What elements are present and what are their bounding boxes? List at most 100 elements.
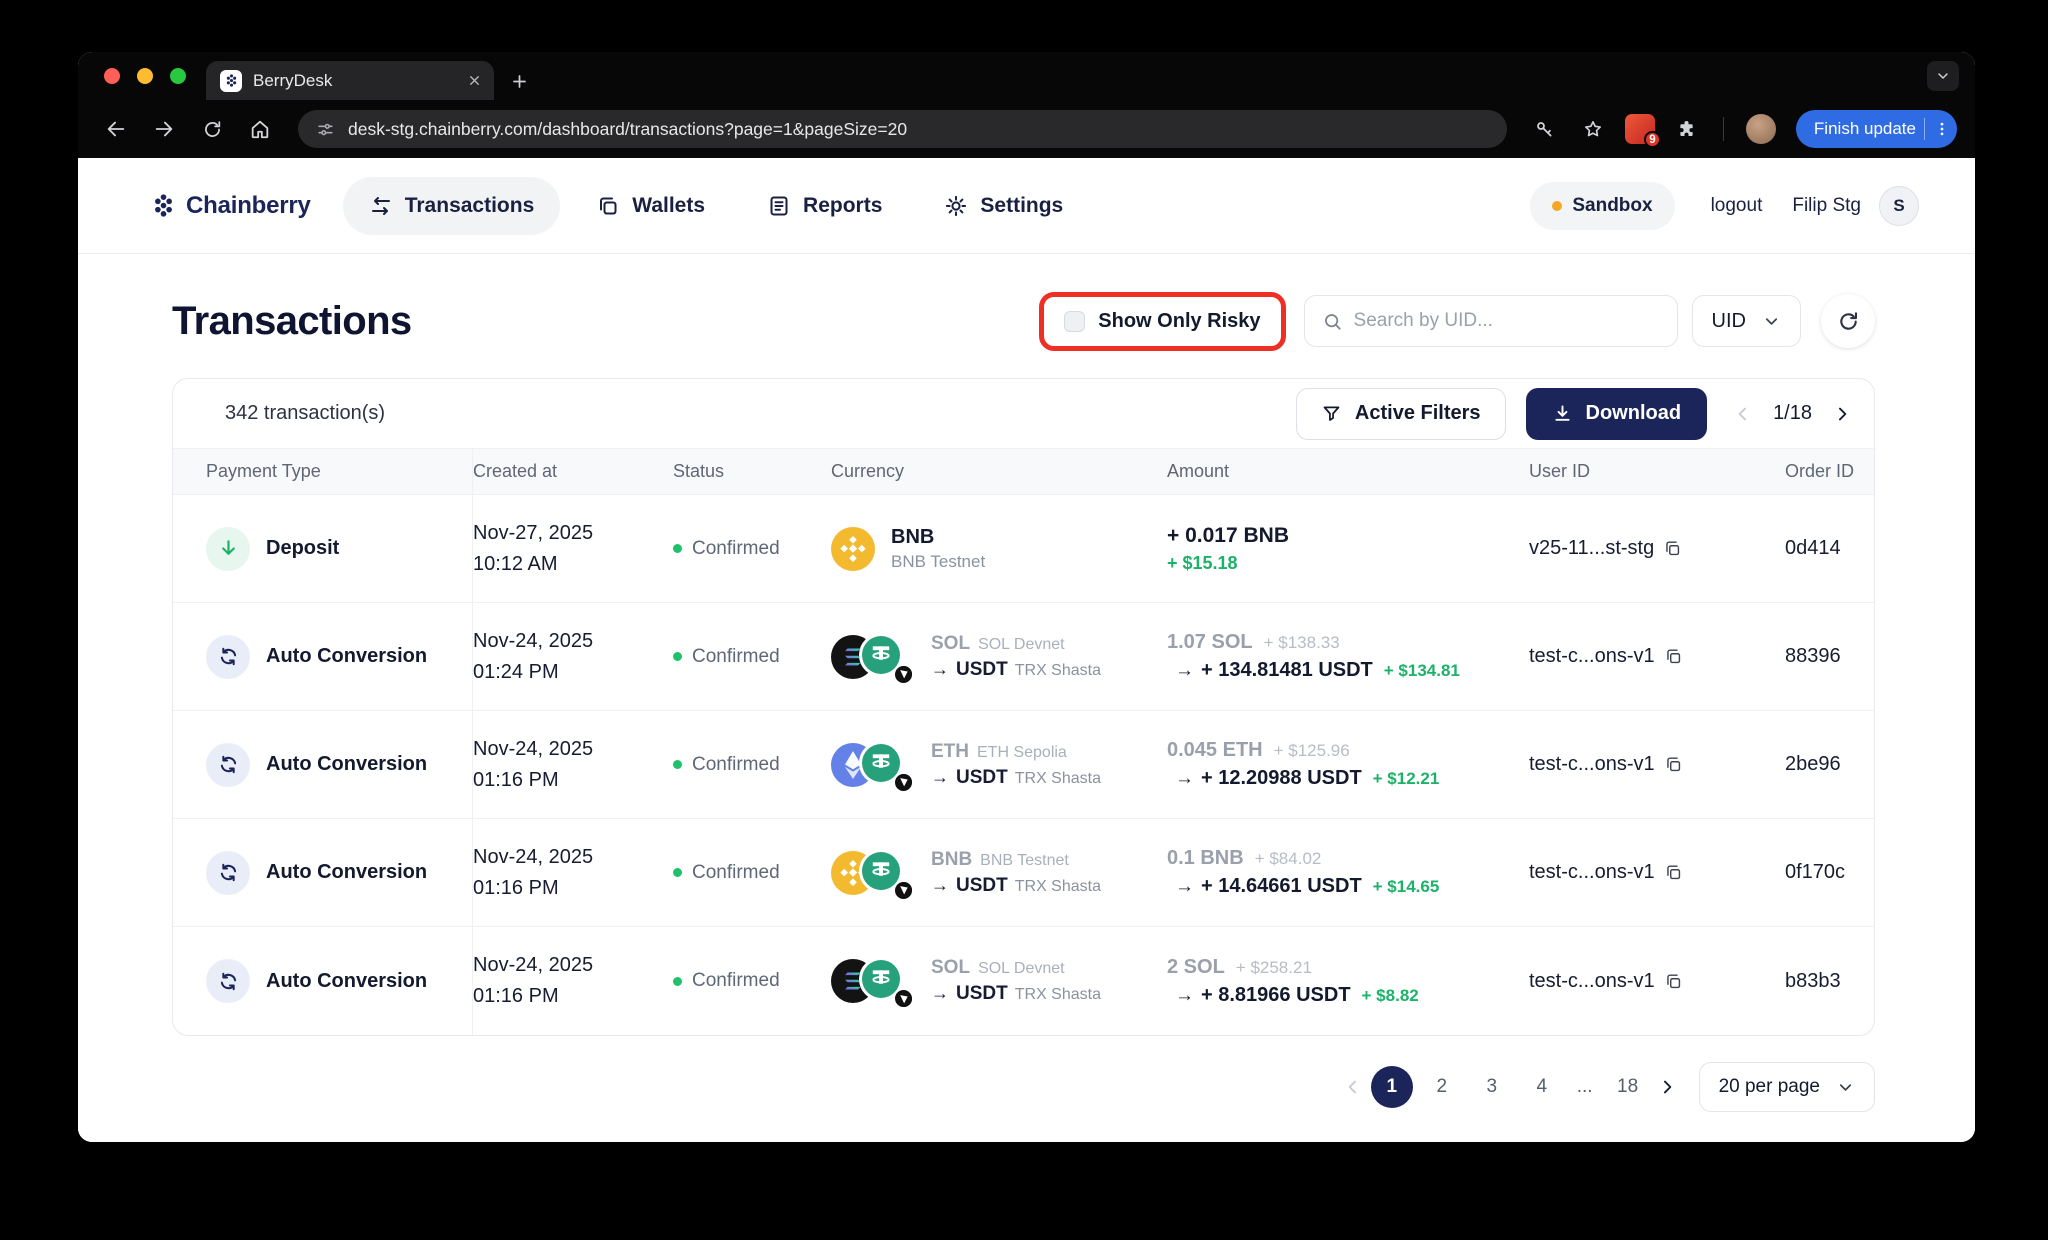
browser-toolbar: desk-stg.chainberry.com/dashboard/transa… xyxy=(78,100,1975,158)
amount: + 0.017 BNB + $15.18 xyxy=(1167,524,1529,574)
user-id: test-c...ons-v1 xyxy=(1529,753,1785,776)
coin-pair xyxy=(831,632,915,682)
site-settings-icon[interactable] xyxy=(316,120,335,139)
finish-update-label: Finish update xyxy=(1814,119,1916,139)
page-button-1[interactable]: 1 xyxy=(1371,1066,1413,1108)
user-id: v25-11...st-stg xyxy=(1529,537,1785,560)
conversion-arrow: → xyxy=(931,767,949,788)
finish-update-button[interactable]: Finish update xyxy=(1796,110,1957,148)
copy-icon[interactable] xyxy=(1664,972,1683,991)
new-tab-button[interactable] xyxy=(510,72,529,91)
status: Confirmed xyxy=(673,754,831,776)
page-button-3[interactable]: 3 xyxy=(1471,1066,1513,1108)
page-button-18[interactable]: 18 xyxy=(1607,1066,1649,1108)
nav-wallets[interactable]: Wallets xyxy=(570,177,731,235)
pagination-ellipsis: ... xyxy=(1571,1076,1599,1098)
download-button[interactable]: Download xyxy=(1526,388,1708,440)
url-text[interactable]: desk-stg.chainberry.com/dashboard/transa… xyxy=(348,119,907,140)
main-navigation: Transactions Wallets Reports Settings xyxy=(343,177,1090,235)
active-filters-button[interactable]: Active Filters xyxy=(1296,388,1506,440)
col-amount: Amount xyxy=(1167,461,1529,482)
deposit-arrow-down-icon xyxy=(206,527,250,571)
table-row[interactable]: Deposit Nov-27, 2025 10:12 AM Confirmed … xyxy=(173,495,1874,603)
table-row[interactable]: Auto Conversion Nov-24, 2025 01:24 PM Co… xyxy=(173,603,1874,711)
currency: BNBBNB Testnet →USDTTRX Shasta xyxy=(831,848,1167,898)
amount: 1.07 SOL+ $138.33 →+ 134.81481 USDT+ $13… xyxy=(1167,631,1529,682)
prev-page-chevron-icon[interactable] xyxy=(1733,404,1753,424)
payment-type: Auto Conversion xyxy=(266,753,427,776)
page-button-4[interactable]: 4 xyxy=(1521,1066,1563,1108)
tab-list-chevron-icon[interactable] xyxy=(1927,61,1959,91)
tab-close-icon[interactable] xyxy=(467,73,482,88)
transactions-page: Transactions Show Only Risky UID xyxy=(78,254,1975,1142)
avatar[interactable]: S xyxy=(1879,186,1919,226)
refresh-icon xyxy=(1837,310,1860,333)
col-currency: Currency xyxy=(831,461,1167,482)
search-box[interactable] xyxy=(1304,295,1678,347)
auto-conversion-sync-icon xyxy=(206,743,250,787)
password-key-icon[interactable] xyxy=(1525,109,1565,149)
copy-icon[interactable] xyxy=(1664,863,1683,882)
created-at: Nov-24, 2025 01:24 PM xyxy=(473,626,673,688)
search-mode-dropdown[interactable]: UID xyxy=(1692,295,1801,347)
currency: ETHETH Sepolia →USDTTRX Shasta xyxy=(831,740,1167,790)
coin-pair xyxy=(831,740,915,790)
table-row[interactable]: Auto Conversion Nov-24, 2025 01:16 PM Co… xyxy=(173,927,1874,1035)
app-navbar: Chainberry Transactions Wallets Reports xyxy=(78,158,1975,254)
copy-icon[interactable] xyxy=(1664,647,1683,666)
table-row[interactable]: Auto Conversion Nov-24, 2025 01:16 PM Co… xyxy=(173,819,1874,927)
copy-icon[interactable] xyxy=(1663,539,1682,558)
next-page-chevron-icon[interactable] xyxy=(1832,404,1852,424)
search-input[interactable] xyxy=(1354,310,1660,332)
order-id: 0f170c xyxy=(1785,861,1875,884)
page-button-2[interactable]: 2 xyxy=(1421,1066,1463,1108)
extension-icon[interactable]: 9 xyxy=(1625,114,1655,144)
extensions-puzzle-icon[interactable] xyxy=(1667,109,1707,149)
browser-menu-kebab-icon[interactable] xyxy=(1933,120,1951,138)
status: Confirmed xyxy=(673,970,831,992)
conversion-arrow: → xyxy=(1175,660,1194,682)
wallets-icon xyxy=(596,194,620,218)
browser-tab[interactable]: BerryDesk xyxy=(206,61,494,100)
bookmark-star-icon[interactable] xyxy=(1573,109,1613,149)
show-only-risky-checkbox[interactable] xyxy=(1064,311,1085,332)
bnb-coin-icon xyxy=(831,527,875,571)
next-page-chevron-icon[interactable] xyxy=(1657,1077,1677,1097)
created-at: Nov-24, 2025 01:16 PM xyxy=(473,842,673,904)
show-only-risky-label[interactable]: Show Only Risky xyxy=(1098,310,1260,333)
page-controls: Show Only Risky UID xyxy=(1039,292,1875,351)
status-dot-icon xyxy=(673,760,682,769)
table-pager: 1/18 xyxy=(1733,402,1852,425)
table-row[interactable]: Auto Conversion Nov-24, 2025 01:16 PM Co… xyxy=(173,711,1874,819)
home-button[interactable] xyxy=(240,109,280,149)
auto-conversion-sync-icon xyxy=(206,959,250,1003)
order-id: b83b3 xyxy=(1785,970,1875,993)
logout-link[interactable]: logout xyxy=(1711,195,1763,217)
nav-transactions[interactable]: Transactions xyxy=(343,177,561,235)
fullscreen-window-button[interactable] xyxy=(170,68,186,84)
browser-profile-avatar[interactable] xyxy=(1746,114,1776,144)
sandbox-dot-icon xyxy=(1552,201,1562,211)
back-button[interactable] xyxy=(96,109,136,149)
coin-pair xyxy=(831,848,915,898)
copy-icon[interactable] xyxy=(1664,755,1683,774)
address-bar[interactable]: desk-stg.chainberry.com/dashboard/transa… xyxy=(298,110,1507,148)
brand-logo[interactable]: Chainberry xyxy=(150,192,311,220)
tab-strip: BerryDesk xyxy=(78,52,1975,100)
minimize-window-button[interactable] xyxy=(137,68,153,84)
table-header-row: Payment Type Created at Status Currency … xyxy=(173,448,1874,495)
close-window-button[interactable] xyxy=(104,68,120,84)
user-id: test-c...ons-v1 xyxy=(1529,861,1785,884)
reload-button[interactable] xyxy=(192,109,232,149)
nav-reports[interactable]: Reports xyxy=(741,177,908,235)
refresh-button[interactable] xyxy=(1821,294,1875,348)
forward-button[interactable] xyxy=(144,109,184,149)
col-order-id: Order ID xyxy=(1785,461,1875,482)
prev-page-chevron-icon[interactable] xyxy=(1343,1077,1363,1097)
per-page-dropdown[interactable]: 20 per page xyxy=(1699,1062,1875,1112)
conversion-arrow: → xyxy=(1175,985,1194,1007)
conversion-arrow: → xyxy=(1175,768,1194,790)
nav-settings[interactable]: Settings xyxy=(918,177,1089,235)
brand-name: Chainberry xyxy=(186,192,311,220)
transactions-swap-icon xyxy=(369,194,393,218)
